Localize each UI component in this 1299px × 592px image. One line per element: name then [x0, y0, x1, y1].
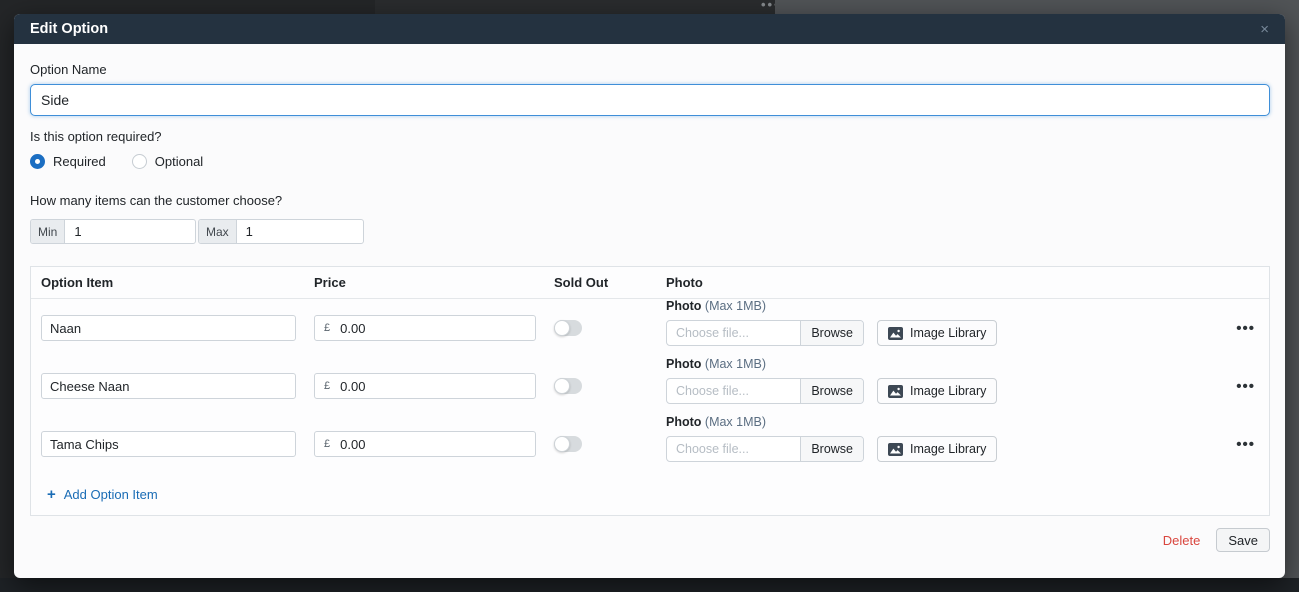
- photo-field-label: Photo (Max 1MB): [666, 299, 1223, 313]
- sold-out-toggle[interactable]: [554, 378, 582, 394]
- image-icon: [888, 327, 903, 340]
- radio-optional-label: Optional: [155, 154, 203, 169]
- modal-title: Edit Option: [30, 21, 108, 37]
- price-input-group: £: [314, 315, 536, 341]
- max-input[interactable]: [237, 220, 363, 243]
- image-library-label: Image Library: [910, 384, 986, 398]
- min-max-group: Min Max: [30, 219, 1270, 244]
- file-input[interactable]: Choose file... Browse: [666, 320, 864, 346]
- background-panel-bottom: [0, 578, 1299, 592]
- toggle-knob: [554, 320, 570, 336]
- price-input[interactable]: [336, 379, 535, 394]
- option-items-table: Option Item Price Sold Out Photo £ Pho: [30, 266, 1270, 516]
- radio-optional-dot[interactable]: [132, 154, 147, 169]
- table-row: £ Photo (Max 1MB) Choose file... Browse: [31, 357, 1269, 415]
- header-price: Price: [314, 275, 554, 290]
- image-library-button[interactable]: Image Library: [877, 320, 997, 346]
- image-library-button[interactable]: Image Library: [877, 436, 997, 462]
- browse-button[interactable]: Browse: [800, 321, 863, 345]
- price-input[interactable]: [336, 321, 535, 336]
- table-row: £ Photo (Max 1MB) Choose file... Browse: [31, 415, 1269, 473]
- option-name-label: Option Name: [30, 62, 1270, 77]
- min-input-group: Min: [30, 219, 196, 244]
- radio-required[interactable]: Required: [30, 154, 106, 169]
- image-library-label: Image Library: [910, 442, 986, 456]
- table-header-row: Option Item Price Sold Out Photo: [31, 267, 1269, 299]
- radio-required-dot[interactable]: [30, 154, 45, 169]
- toggle-knob: [554, 378, 570, 394]
- modal-footer: Delete Save: [30, 528, 1270, 552]
- add-option-item-label: Add Option Item: [64, 487, 158, 502]
- delete-button[interactable]: Delete: [1163, 533, 1201, 548]
- option-item-name-input[interactable]: [41, 373, 296, 399]
- header-option-item: Option Item: [31, 275, 314, 290]
- min-input[interactable]: [65, 220, 195, 243]
- option-name-input[interactable]: [30, 84, 1270, 116]
- radio-required-label: Required: [53, 154, 106, 169]
- file-input[interactable]: Choose file... Browse: [666, 378, 864, 404]
- modal-body: Option Name Is this option required? Req…: [14, 44, 1285, 578]
- max-input-group: Max: [198, 219, 364, 244]
- image-icon: [888, 443, 903, 456]
- row-menu-ellipsis[interactable]: •••: [1236, 437, 1255, 452]
- modal-header: Edit Option ×: [14, 14, 1285, 44]
- price-input-group: £: [314, 431, 536, 457]
- option-item-name-input[interactable]: [41, 431, 296, 457]
- image-library-label: Image Library: [910, 326, 986, 340]
- currency-symbol: £: [315, 322, 336, 334]
- currency-symbol: £: [315, 438, 336, 450]
- header-photo: Photo: [666, 275, 1223, 290]
- file-input[interactable]: Choose file... Browse: [666, 436, 864, 462]
- toggle-knob: [554, 436, 570, 452]
- choose-question-label: How many items can the customer choose?: [30, 193, 1270, 208]
- radio-optional[interactable]: Optional: [132, 154, 203, 169]
- photo-field-label: Photo (Max 1MB): [666, 415, 1223, 429]
- browse-button[interactable]: Browse: [800, 437, 863, 461]
- row-menu-ellipsis[interactable]: •••: [1236, 379, 1255, 394]
- currency-symbol: £: [315, 380, 336, 392]
- save-button[interactable]: Save: [1216, 528, 1270, 552]
- plus-icon: +: [47, 487, 56, 502]
- required-radio-group: Required Optional: [30, 154, 1270, 169]
- header-sold-out: Sold Out: [554, 275, 666, 290]
- photo-field-label: Photo (Max 1MB): [666, 357, 1223, 371]
- file-input-placeholder: Choose file...: [667, 384, 800, 398]
- min-addon-label: Min: [31, 220, 65, 243]
- image-library-button[interactable]: Image Library: [877, 378, 997, 404]
- max-addon-label: Max: [199, 220, 237, 243]
- photo-controls: Choose file... Browse Image Library: [666, 436, 1223, 462]
- close-icon[interactable]: ×: [1260, 22, 1269, 37]
- photo-controls: Choose file... Browse Image Library: [666, 320, 1223, 346]
- add-option-item-button[interactable]: + Add Option Item: [47, 487, 158, 502]
- image-icon: [888, 385, 903, 398]
- add-option-item-row: + Add Option Item: [31, 473, 1269, 515]
- sold-out-toggle[interactable]: [554, 436, 582, 452]
- row-menu-ellipsis[interactable]: •••: [1236, 321, 1255, 336]
- required-question-label: Is this option required?: [30, 129, 1270, 144]
- price-input[interactable]: [336, 437, 535, 452]
- photo-controls: Choose file... Browse Image Library: [666, 378, 1223, 404]
- option-item-name-input[interactable]: [41, 315, 296, 341]
- file-input-placeholder: Choose file...: [667, 442, 800, 456]
- edit-option-modal: Edit Option × Option Name Is this option…: [14, 14, 1285, 578]
- table-rows: £ Photo (Max 1MB) Choose file... Browse: [31, 299, 1269, 473]
- browse-button[interactable]: Browse: [800, 379, 863, 403]
- sold-out-toggle[interactable]: [554, 320, 582, 336]
- table-row: £ Photo (Max 1MB) Choose file... Browse: [31, 299, 1269, 357]
- price-input-group: £: [314, 373, 536, 399]
- file-input-placeholder: Choose file...: [667, 326, 800, 340]
